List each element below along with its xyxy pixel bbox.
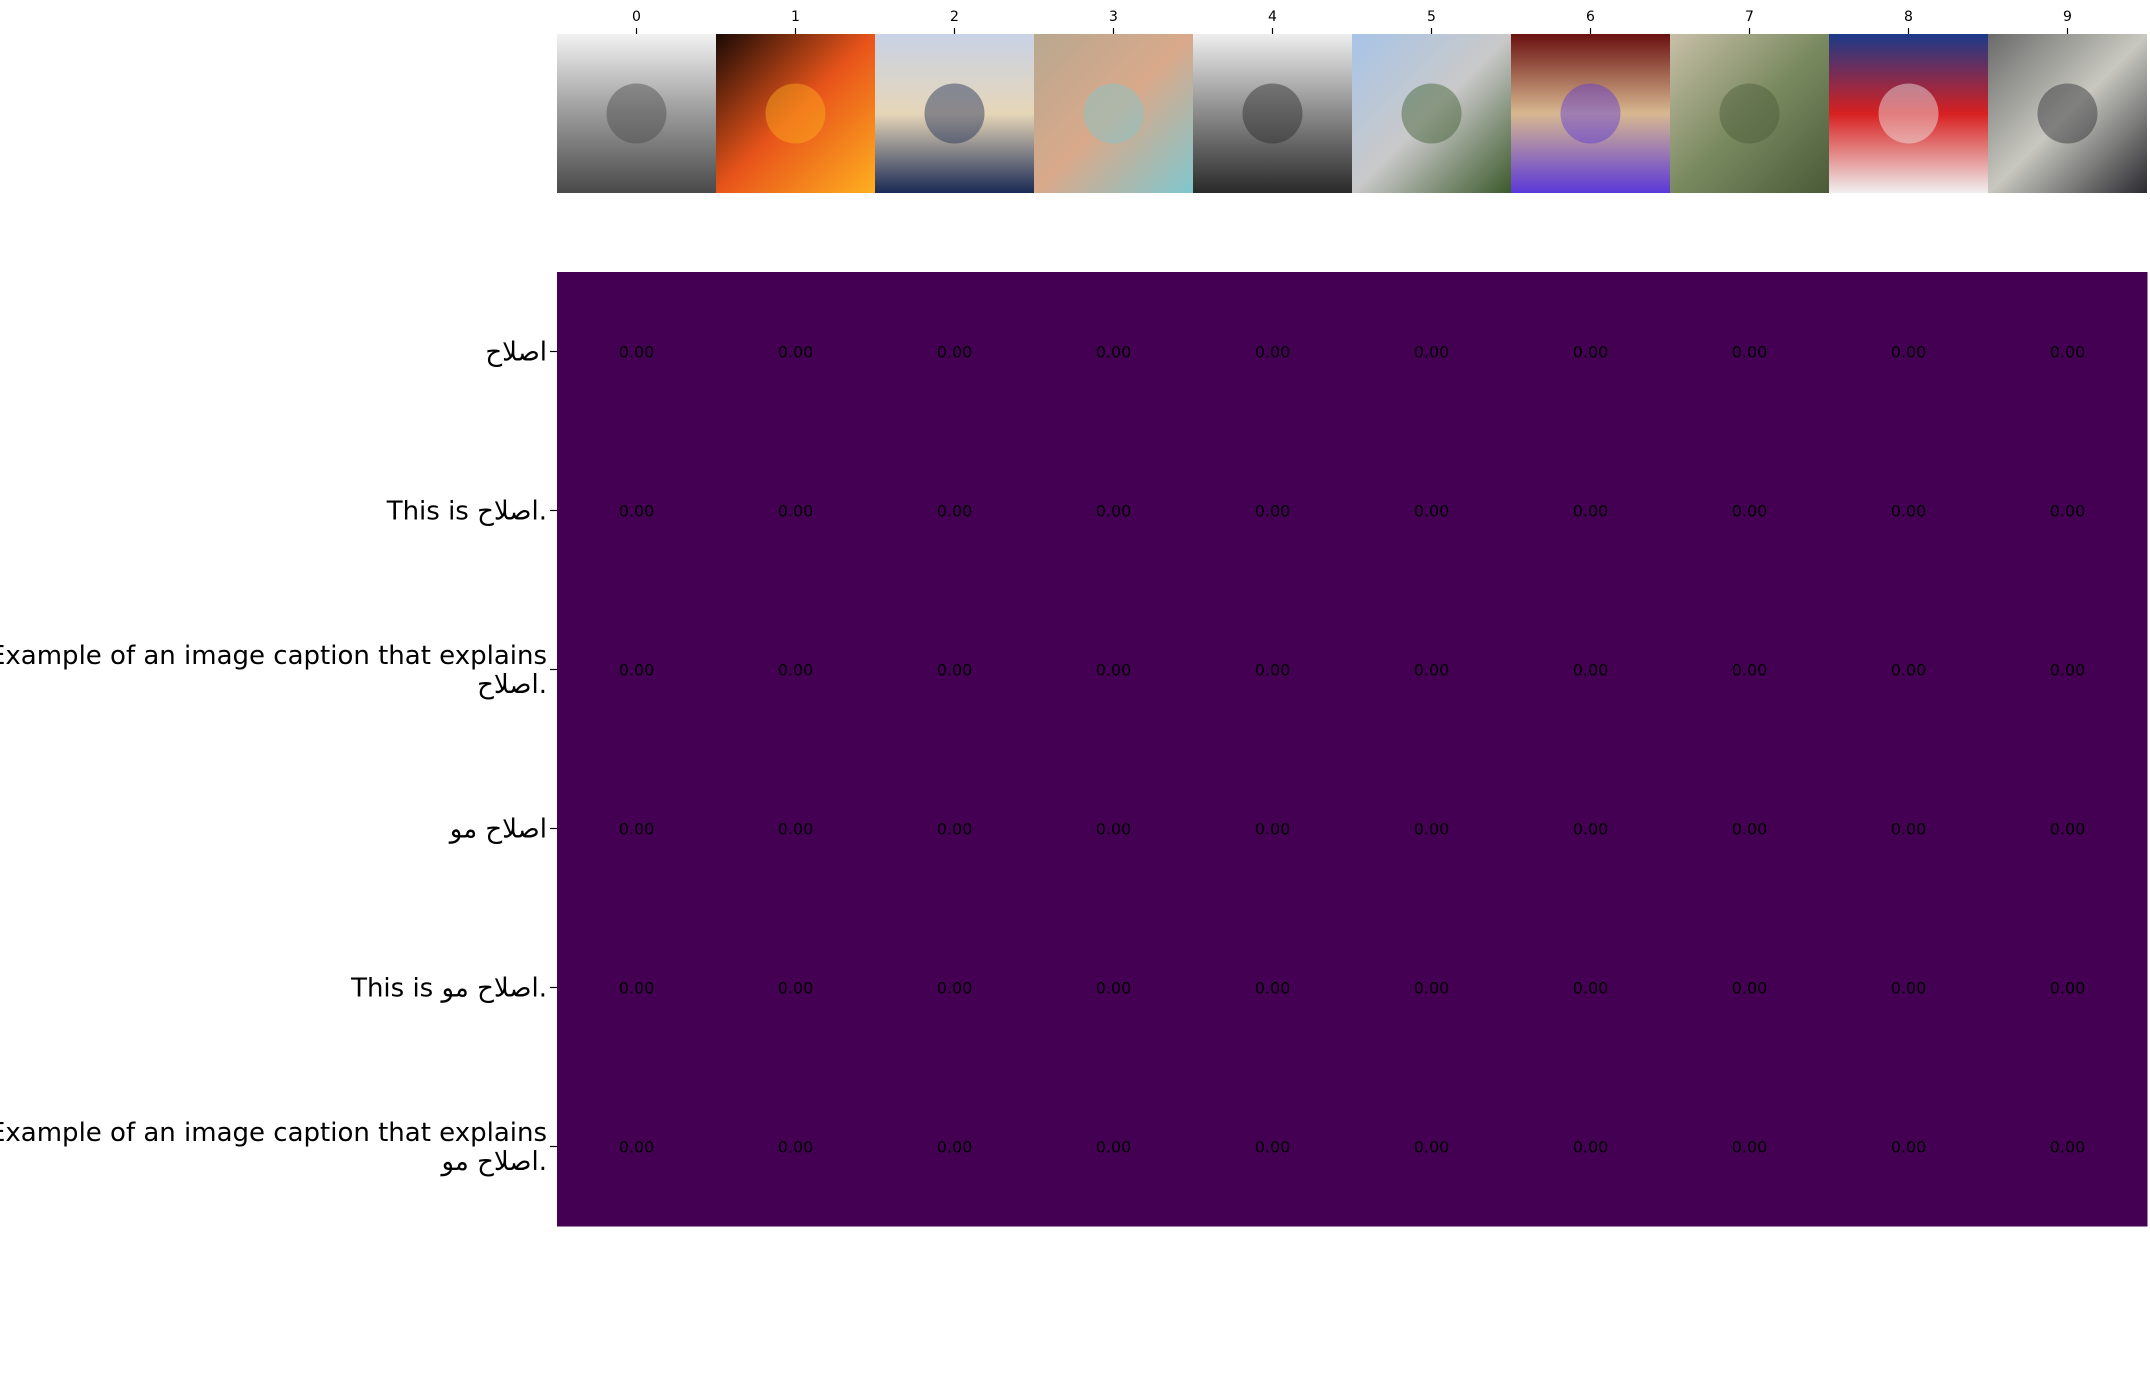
cell-value-label: 0.00 — [619, 1138, 655, 1157]
y-tick-label: اصلاح. — [477, 670, 547, 700]
cell-value-label: 0.00 — [1096, 979, 1132, 998]
cell-value-label: 0.00 — [1732, 661, 1768, 680]
cell-value-label: 0.00 — [778, 661, 814, 680]
cell-value-label: 0.00 — [619, 979, 655, 998]
cell-value-label: 0.00 — [1255, 820, 1291, 839]
thumbnail-engraving-machinery — [557, 34, 716, 193]
x-tick-label: 4 — [1268, 9, 1277, 25]
x-tick-label: 3 — [1109, 9, 1118, 25]
cell-value-label: 0.00 — [1255, 1138, 1291, 1157]
cell-value-label: 0.00 — [619, 343, 655, 362]
thumbnail-woman-portrait — [1034, 34, 1193, 193]
cell-value-label: 0.00 — [937, 1138, 973, 1157]
cell-value-label: 0.00 — [1096, 1138, 1132, 1157]
cell-value-label: 0.00 — [1891, 979, 1927, 998]
y-tick-label: This is اصلاح. — [386, 497, 547, 527]
cell-value-label: 0.00 — [1891, 661, 1927, 680]
cell-value-label: 0.00 — [1573, 1138, 1609, 1157]
cell-value-label: 0.00 — [937, 661, 973, 680]
cell-value-label: 0.00 — [2050, 343, 2086, 362]
thumbnail-tongue-depressors — [875, 34, 1034, 193]
cell-value-label: 0.00 — [1732, 1138, 1768, 1157]
cell-value-label: 0.00 — [1414, 661, 1450, 680]
cell-value-label: 0.00 — [1414, 1138, 1450, 1157]
thumbnail-furnace-fire — [716, 34, 875, 193]
cell-value-label: 0.00 — [1573, 502, 1609, 521]
cell-value-label: 0.00 — [1891, 820, 1927, 839]
thumbnail-space-shuttle — [1829, 34, 1988, 193]
heatmap-grid: 0.00 0.00 0.00 0.00 0.00 0.00 0.00 0.00 0.00 0.00… — [557, 272, 2148, 1227]
cell-value-label: 0.00 — [619, 661, 655, 680]
x-tick-label: 0 — [632, 9, 641, 25]
x-tick-label: 1 — [791, 9, 800, 25]
y-tick-label: اصلاح — [485, 338, 547, 368]
cell-value-label: 0.00 — [778, 502, 814, 521]
cell-value-label: 0.00 — [778, 1138, 814, 1157]
y-tick-label: اصلاح مو — [448, 815, 547, 845]
thumbnail-space-station — [1988, 34, 2147, 193]
cell-value-label: 0.00 — [1891, 502, 1927, 521]
cell-value-label: 0.00 — [778, 343, 814, 362]
y-tick-label: Example of an image caption that explain… — [0, 1118, 547, 1148]
thumbnail-lamp-device — [1511, 34, 1670, 193]
cell-value-label: 0.00 — [1573, 820, 1609, 839]
thumbnail-smokestack-tower — [1193, 34, 1352, 193]
y-tick-label: Example of an image caption that explain… — [0, 641, 547, 671]
x-tick-label: 5 — [1427, 9, 1436, 25]
similarity-heatmap-figure: 0123456789 0.00 0.00 0.00 0.00 0.00 0.00 0.00 0… — [0, 9, 2148, 1227]
cell-value-label: 0.00 — [2050, 820, 2086, 839]
x-axis-ticks: 0 1 2 3 4 5 6 7 8 9 — [632, 9, 2072, 34]
cell-value-label: 0.00 — [619, 820, 655, 839]
cell-value-label: 0.00 — [2050, 979, 2086, 998]
cell-value-label: 0.00 — [1573, 343, 1609, 362]
cell-value-label: 0.00 — [2050, 661, 2086, 680]
cell-value-label: 0.00 — [778, 820, 814, 839]
image-thumbnail-strip — [557, 34, 2147, 193]
cell-value-label: 0.00 — [1732, 343, 1768, 362]
cell-value-label: 0.00 — [1255, 343, 1291, 362]
cell-value-label: 0.00 — [1414, 820, 1450, 839]
cell-value-label: 0.00 — [937, 820, 973, 839]
cell-value-label: 0.00 — [1414, 502, 1450, 521]
x-tick-label: 2 — [950, 9, 959, 25]
cell-value-label: 0.00 — [937, 343, 973, 362]
cell-value-label: 0.00 — [2050, 502, 2086, 521]
y-axis-ticks: اصلاح This is اصلاح. Example of an image c… — [0, 338, 557, 1177]
x-tick-label: 6 — [1586, 9, 1595, 25]
cell-value-label: 0.00 — [1255, 502, 1291, 521]
y-tick-label: This is اصلاح مو. — [350, 974, 547, 1004]
cell-value-label: 0.00 — [1096, 820, 1132, 839]
cell-value-label: 0.00 — [1732, 820, 1768, 839]
cell-value-label: 0.00 — [937, 979, 973, 998]
cell-value-label: 0.00 — [1255, 661, 1291, 680]
x-tick-label: 7 — [1745, 9, 1754, 25]
cell-value-label: 0.00 — [1414, 979, 1450, 998]
cell-value-label: 0.00 — [2050, 1138, 2086, 1157]
cell-value-label: 0.00 — [1891, 1138, 1927, 1157]
thumbnail-green-transformer — [1670, 34, 1829, 193]
cell-value-label: 0.00 — [1414, 343, 1450, 362]
y-tick-label: اصلاح مو. — [440, 1147, 548, 1177]
cell-value-label: 0.00 — [778, 979, 814, 998]
cell-value-label: 0.00 — [619, 502, 655, 521]
cell-value-label: 0.00 — [1573, 661, 1609, 680]
cell-value-label: 0.00 — [1096, 661, 1132, 680]
x-tick-label: 9 — [2063, 9, 2072, 25]
cell-value-label: 0.00 — [1732, 502, 1768, 521]
cell-value-label: 0.00 — [937, 502, 973, 521]
x-tick-label: 8 — [1904, 9, 1913, 25]
cell-value-label: 0.00 — [1255, 979, 1291, 998]
thumbnail-propeller-sculpture — [1352, 34, 1511, 193]
cell-value-label: 0.00 — [1096, 343, 1132, 362]
cell-value-label: 0.00 — [1891, 343, 1927, 362]
cell-value-label: 0.00 — [1732, 979, 1768, 998]
cell-value-label: 0.00 — [1573, 979, 1609, 998]
cell-value-label: 0.00 — [1096, 502, 1132, 521]
